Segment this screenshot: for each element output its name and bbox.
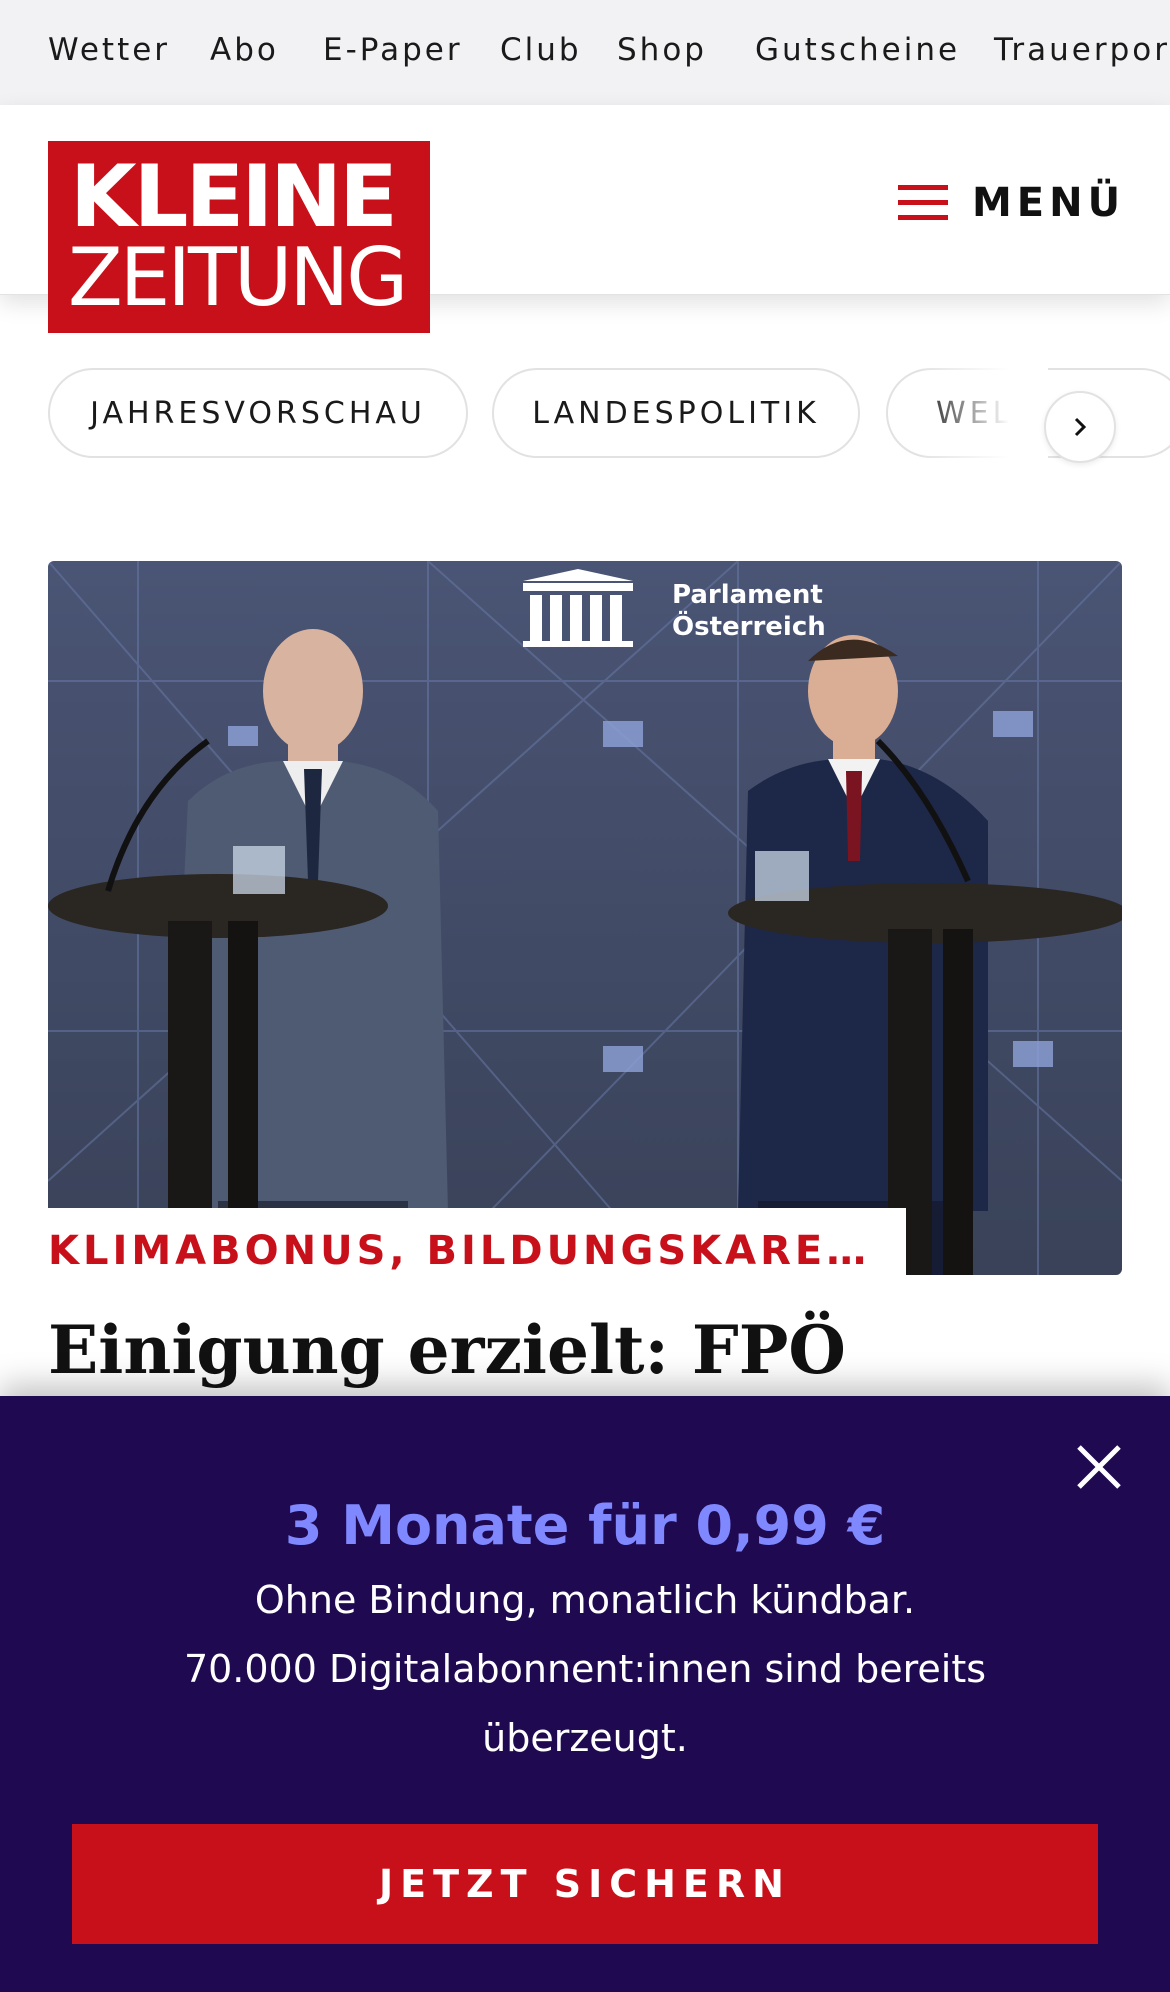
topic-chips: JAHRESVORSCHAU LANDESPOLITIK WELT bbox=[48, 368, 1170, 498]
menu-button[interactable]: MENÜ bbox=[898, 173, 1125, 233]
chip-jahresvorschau[interactable]: JAHRESVORSCHAU bbox=[48, 368, 468, 458]
hamburger-menu-icon bbox=[898, 185, 948, 221]
close-button[interactable] bbox=[1074, 1442, 1124, 1492]
offer-line-3: überzeugt. bbox=[482, 1716, 688, 1760]
image-caption-line-2: Österreich bbox=[672, 609, 826, 642]
menu-label: MENÜ bbox=[972, 180, 1126, 226]
topnav-link-shop[interactable]: Shop bbox=[617, 32, 707, 68]
topnav-link-club[interactable]: Club bbox=[500, 32, 582, 68]
subscription-banner: 3 Monate für 0,99 € Ohne Bindung, monatl… bbox=[0, 1396, 1170, 1992]
chip-landespolitik[interactable]: LANDESPOLITIK bbox=[492, 368, 860, 458]
article-headline[interactable]: Einigung erzielt: FPÖ bbox=[48, 1308, 1122, 1392]
topnav-link-gutscheine[interactable]: Gutscheine bbox=[755, 32, 960, 68]
chips-fade-overlay bbox=[918, 368, 1048, 498]
offer-line-1: Ohne Bindung, monatlich kündbar. bbox=[254, 1578, 916, 1622]
offer-line-2: 70.000 Digitalabonnent:innen sind bereit… bbox=[183, 1647, 987, 1691]
site-logo[interactable]: KLEINE ZEITUNG bbox=[48, 141, 430, 333]
logo-line-2: ZEITUNG bbox=[68, 231, 408, 324]
chevron-right-icon bbox=[1074, 417, 1087, 437]
topnav-link-abo[interactable]: Abo bbox=[210, 32, 279, 68]
parliament-icon bbox=[523, 569, 633, 647]
article-hero-image[interactable]: Parlament Österreich bbox=[48, 561, 1122, 1275]
close-icon bbox=[1077, 1445, 1121, 1489]
topnav-link-wetter[interactable]: Wetter bbox=[48, 32, 170, 68]
article-kicker: KLIMABONUS, BILDUNGSKARENZ, S… bbox=[48, 1228, 868, 1274]
top-navigation: Wetter Abo E-Paper Club Shop Gutscheine … bbox=[0, 0, 1170, 105]
topnav-link-epaper[interactable]: E-Paper bbox=[323, 32, 463, 68]
topnav-link-trauerportal[interactable]: Trauerportal bbox=[994, 32, 1170, 68]
image-caption-line-1: Parlament bbox=[672, 580, 823, 610]
chips-next-button[interactable] bbox=[1044, 391, 1116, 463]
offer-headline: 3 Monate für 0,99 € bbox=[284, 1494, 886, 1557]
subscribe-cta-button[interactable]: JETZT SICHERN bbox=[72, 1824, 1098, 1944]
logo-line-1: KLEINE bbox=[70, 147, 398, 247]
